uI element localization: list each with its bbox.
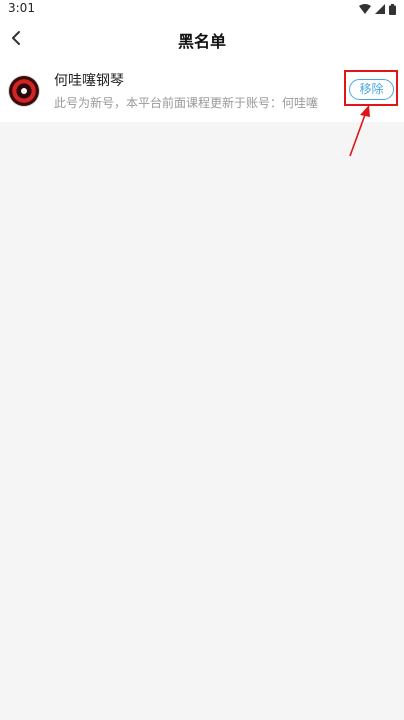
blacklist: 何哇噻钢琴 此号为新号，本平台前面课程更新于账号：何哇噻 移除	[0, 60, 404, 122]
user-description: 此号为新号，本平台前面课程更新于账号：何哇噻	[54, 96, 319, 110]
status-time: 3:01	[8, 1, 35, 15]
page-title: 黑名单	[177, 32, 226, 51]
status-bar: 3:01	[0, 0, 404, 18]
header: 黑名单	[0, 18, 404, 60]
signal-icon	[375, 4, 385, 14]
remove-button[interactable]: 移除	[349, 79, 394, 100]
user-name: 何哇噻钢琴	[54, 73, 124, 89]
status-icons	[359, 3, 396, 15]
avatar[interactable]	[9, 76, 39, 106]
battery-icon	[389, 3, 396, 15]
wifi-icon	[359, 4, 371, 14]
list-item: 何哇噻钢琴 此号为新号，本平台前面课程更新于账号：何哇噻 移除	[0, 60, 404, 122]
avatar-center-dot	[21, 88, 27, 94]
